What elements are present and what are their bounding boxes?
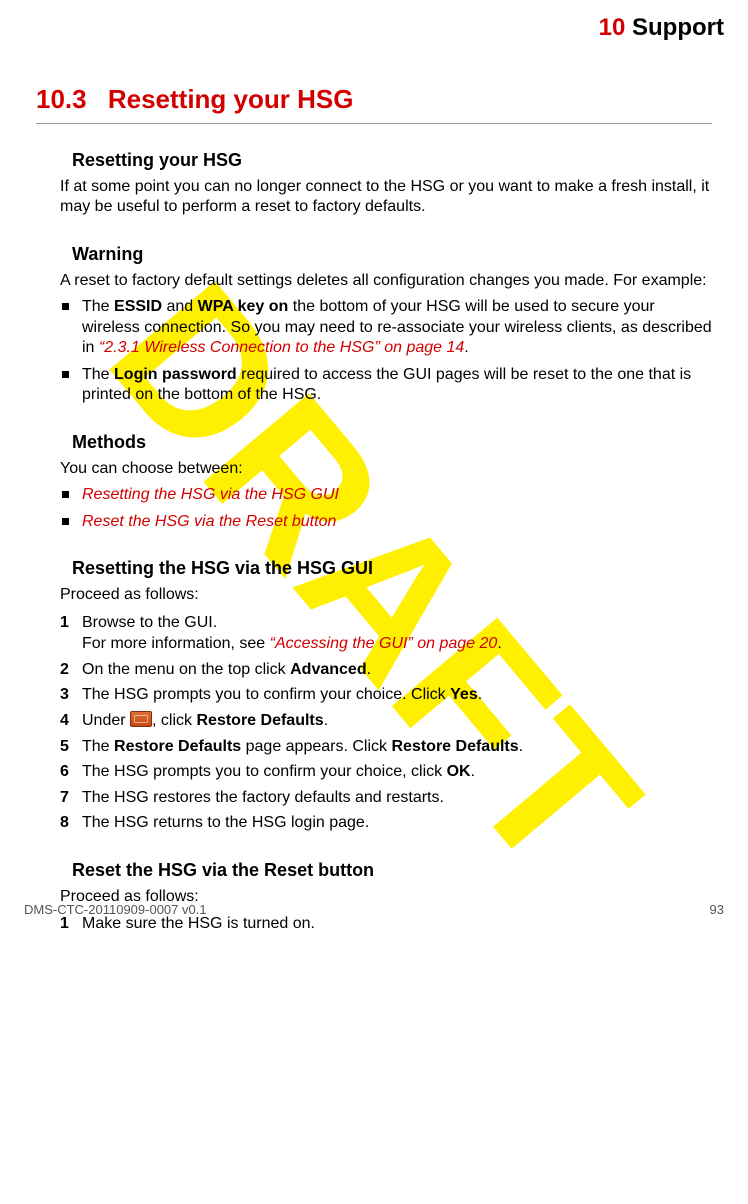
link-reset-button[interactable]: Reset the HSG via the Reset button (82, 513, 336, 530)
footer-docid: DMS-CTC-20110909-0007 v0.1 (24, 902, 207, 917)
step-4: Under , click Restore Defaults. (60, 710, 712, 732)
chapter-title: Support (632, 14, 724, 41)
link-wireless-connection[interactable]: “2.3.1 Wireless Connection to the HSG” o… (99, 339, 464, 356)
step-2: On the menu on the top click Advanced. (60, 659, 712, 681)
resetting-paragraph: If at some point you can no longer conne… (60, 177, 712, 218)
methods-bullets: Resetting the HSG via the HSG GUI Reset … (60, 485, 712, 532)
chapter-number: 10 (599, 14, 626, 41)
section-name: Resetting your HSG (108, 84, 354, 114)
reset-gui-steps: Browse to the GUI. For more information,… (60, 612, 712, 834)
warning-paragraph: A reset to factory default settings dele… (60, 271, 712, 291)
step-5: The Restore Defaults page appears. Click… (60, 736, 712, 758)
step-3: The HSG prompts you to confirm your choi… (60, 684, 712, 706)
step-7: The HSG restores the factory defaults an… (60, 787, 712, 809)
link-reset-gui[interactable]: Resetting the HSG via the HSG GUI (82, 486, 339, 503)
step-6: The HSG prompts you to confirm your choi… (60, 761, 712, 783)
step-8: The HSG returns to the HSG login page. (60, 812, 712, 834)
hsg-icon (130, 711, 152, 727)
section-number: 10.3 (36, 84, 87, 115)
subheading-reset-gui: Resetting the HSG via the HSG GUI (72, 558, 712, 579)
subheading-warning: Warning (72, 244, 712, 265)
subheading-resetting: Resetting your HSG (72, 150, 712, 171)
page-footer: DMS-CTC-20110909-0007 v0.1 93 (24, 902, 724, 917)
methods-paragraph: You can choose between: (60, 459, 712, 479)
link-accessing-gui[interactable]: “Accessing the GUI” on page 20 (270, 635, 498, 652)
methods-bullet-1: Resetting the HSG via the HSG GUI (60, 485, 712, 505)
warning-bullets: The ESSID and WPA key on the bottom of y… (60, 297, 712, 405)
subheading-reset-button: Reset the HSG via the Reset button (72, 860, 712, 881)
page-header: 10 Support (0, 0, 748, 46)
methods-bullet-2: Reset the HSG via the Reset button (60, 512, 712, 532)
subheading-methods: Methods (72, 432, 712, 453)
reset-gui-paragraph: Proceed as follows: (60, 585, 712, 605)
warning-bullet-1: The ESSID and WPA key on the bottom of y… (60, 297, 712, 358)
warning-bullet-2: The Login password required to access th… (60, 365, 712, 406)
footer-pagenum: 93 (710, 902, 724, 917)
section-title: 10.3 Resetting your HSG (36, 84, 712, 124)
step-1: Browse to the GUI. For more information,… (60, 612, 712, 655)
